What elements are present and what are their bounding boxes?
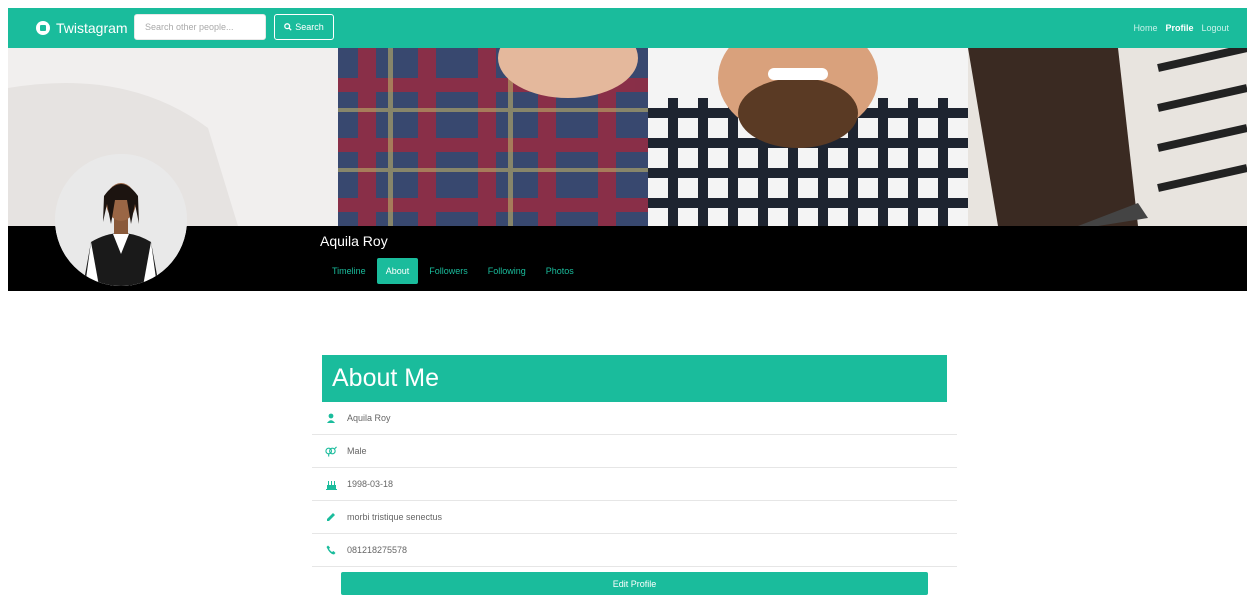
tab-following[interactable]: Following (479, 258, 535, 284)
brand-logo[interactable]: Twistagram (36, 8, 128, 48)
about-gender-value: Male (347, 446, 367, 456)
about-title: About Me (322, 355, 947, 402)
profile-bar (8, 226, 1247, 291)
list-item: 1998-03-18 (312, 468, 957, 501)
birthday-cake-icon (325, 478, 337, 490)
tab-photos[interactable]: Photos (537, 258, 583, 284)
edit-profile-button[interactable]: Edit Profile (341, 572, 928, 595)
gender-icon (325, 445, 337, 457)
tab-timeline[interactable]: Timeline (323, 258, 375, 284)
about-birthdate-value: 1998-03-18 (347, 479, 394, 489)
profile-avatar[interactable] (55, 154, 187, 286)
pencil-icon (325, 511, 337, 523)
tab-followers[interactable]: Followers (420, 258, 477, 284)
user-icon (325, 412, 337, 424)
tab-about[interactable]: About (376, 258, 419, 284)
about-name-value: Aquila Roy (347, 413, 391, 423)
about-bio-value: morbi tristique senectus (347, 512, 443, 522)
profile-tabs: Timeline About Followers Following Photo… (323, 258, 583, 284)
logo-icon (36, 21, 50, 35)
phone-icon (325, 544, 337, 556)
about-phone-value: 081218275578 (347, 545, 408, 555)
about-info-list: Aquila Roy Male 1998-03-18 morbi tristiq… (312, 402, 957, 567)
profile-name: Aquila Roy (320, 233, 388, 249)
nav-link-logout[interactable]: Logout (1201, 23, 1229, 33)
list-item: 081218275578 (312, 534, 957, 567)
brand-name: Twistagram (56, 20, 128, 36)
list-item: Male (312, 435, 957, 468)
search-button[interactable]: Search (274, 14, 334, 40)
top-navbar: Twistagram Search Home Profile Logout (8, 8, 1247, 48)
nav-links: Home Profile Logout (1133, 8, 1229, 48)
nav-link-home[interactable]: Home (1133, 23, 1157, 33)
search-button-label: Search (295, 22, 324, 32)
cover-photo (8, 48, 1247, 226)
list-item: Aquila Roy (312, 402, 957, 435)
nav-link-profile[interactable]: Profile (1165, 23, 1193, 33)
search-input[interactable] (134, 14, 266, 40)
search-icon (284, 23, 292, 31)
list-item: morbi tristique senectus (312, 501, 957, 534)
